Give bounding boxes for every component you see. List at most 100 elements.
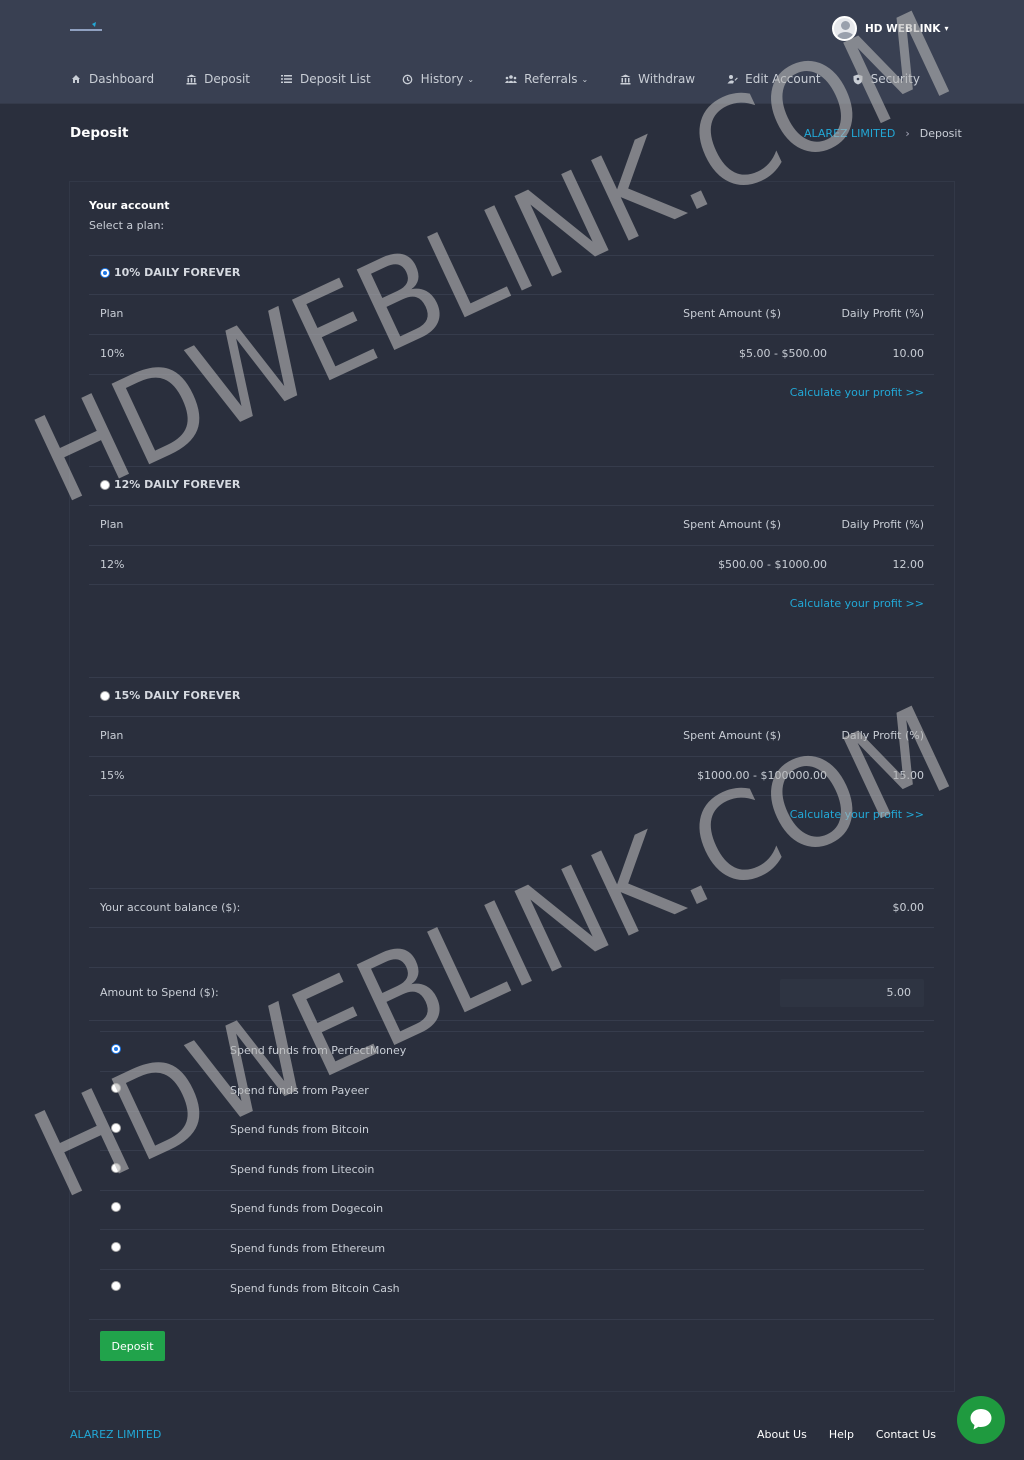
payment-radio-litecoin[interactable]	[111, 1163, 121, 1173]
divider	[100, 1111, 924, 1112]
divider	[89, 374, 934, 375]
chevron-down-icon: ⌄	[467, 74, 475, 84]
list-icon	[281, 73, 293, 85]
nav-label: Edit Account	[745, 72, 821, 86]
home-icon	[70, 73, 82, 85]
breadcrumb: ALAREZ LIMITED › Deposit	[804, 127, 962, 140]
plan-radio[interactable]	[100, 267, 110, 278]
divider	[89, 294, 934, 295]
nav-item-security[interactable]: Security	[852, 72, 920, 86]
deposit-card	[69, 181, 955, 1392]
user-menu[interactable]: HD WEBLINK ▾	[832, 16, 948, 41]
payment-label: Spend funds from Ethereum	[230, 1242, 386, 1255]
payment-label: Spend funds from Bitcoin Cash	[230, 1282, 400, 1295]
chat-icon	[968, 1406, 994, 1435]
history-icon	[402, 73, 414, 85]
nav-label: History	[420, 72, 464, 86]
plan-option-15[interactable]: 15% DAILY FOREVER	[100, 689, 240, 702]
amount-range-cell: $1000.00 - $100000.00	[697, 769, 827, 782]
divider	[100, 1031, 924, 1032]
calculate-profit-link[interactable]: Calculate your profit >>	[790, 597, 924, 610]
bank-icon	[185, 73, 197, 85]
nav-label: Deposit List	[299, 72, 371, 86]
payment-radio-payeer[interactable]	[111, 1083, 121, 1093]
bank-icon	[619, 73, 631, 85]
chat-widget-button[interactable]	[957, 1396, 1005, 1444]
nav-label: Security	[870, 72, 920, 86]
divider	[89, 967, 934, 968]
nav-label: Withdraw	[638, 72, 696, 86]
divider	[89, 716, 934, 717]
divider	[89, 505, 934, 506]
avatar	[832, 16, 857, 41]
profit-cell: 12.00	[892, 558, 925, 571]
calculate-profit-link[interactable]: Calculate your profit >>	[790, 386, 924, 399]
deposit-button[interactable]: Deposit	[100, 1331, 165, 1361]
nav-item-referrals[interactable]: Referrals ⌄	[505, 72, 588, 86]
plan-option-10[interactable]: 10% DAILY FOREVER	[100, 266, 240, 279]
divider	[89, 334, 934, 335]
footer-brand-link[interactable]: ALAREZ LIMITED	[70, 1428, 161, 1441]
shield-icon	[852, 73, 864, 85]
divider	[89, 1319, 934, 1320]
divider	[89, 888, 934, 889]
plan-cell: 10%	[100, 347, 125, 360]
payment-radio-bitcoin[interactable]	[111, 1123, 121, 1133]
plan-option-12[interactable]: 12% DAILY FOREVER	[100, 478, 240, 491]
profit-cell: 15.00	[892, 769, 925, 782]
chevron-down-icon: ▾	[944, 24, 949, 33]
col-header-profit: Daily Profit (%)	[841, 518, 924, 531]
col-header-plan: Plan	[100, 307, 124, 320]
plan-name: 10% DAILY FOREVER	[114, 266, 241, 279]
col-header-amount: Spent Amount ($)	[683, 518, 781, 531]
company-logo[interactable]	[70, 22, 104, 36]
nav-label: Deposit	[204, 72, 250, 86]
footer-links: About Us Help Contact Us	[735, 1428, 936, 1441]
footer-link-about[interactable]: About Us	[757, 1428, 807, 1441]
col-header-profit: Daily Profit (%)	[841, 729, 924, 742]
breadcrumb-home-link[interactable]: ALAREZ LIMITED	[804, 127, 895, 140]
divider	[100, 1071, 924, 1072]
main-nav: Dashboard Deposit Deposit List History ⌄…	[70, 72, 951, 86]
payment-radio-dogecoin[interactable]	[111, 1202, 121, 1212]
payment-radio-bitcoin-cash[interactable]	[111, 1281, 121, 1291]
plan-name: 15% DAILY FOREVER	[114, 689, 241, 702]
amount-label: Amount to Spend ($):	[100, 986, 219, 999]
breadcrumb-separator: ›	[905, 127, 910, 140]
divider	[89, 795, 934, 796]
balance-value: $0.00	[892, 901, 925, 914]
balance-label: Your account balance ($):	[100, 901, 241, 914]
footer-link-contact[interactable]: Contact Us	[876, 1428, 936, 1441]
plan-cell: 12%	[100, 558, 125, 571]
payment-label: Spend funds from Payeer	[230, 1084, 369, 1097]
divider	[100, 1229, 924, 1230]
payment-radio-ethereum[interactable]	[111, 1242, 121, 1252]
nav-item-history[interactable]: History ⌄	[402, 72, 474, 86]
divider	[89, 466, 934, 467]
amount-input-value: 5.00	[886, 986, 912, 999]
users-icon	[505, 73, 518, 85]
payment-label: Spend funds from Dogecoin	[230, 1202, 384, 1215]
page-title: Deposit	[70, 125, 129, 141]
payment-label: Spend funds from Litecoin	[230, 1163, 375, 1176]
nav-item-dashboard[interactable]: Dashboard	[70, 72, 154, 86]
divider	[100, 1269, 924, 1270]
footer-link-help[interactable]: Help	[829, 1428, 854, 1441]
nav-item-deposit-list[interactable]: Deposit List	[281, 72, 371, 86]
col-header-amount: Spent Amount ($)	[683, 729, 781, 742]
payment-label: Spend funds from Bitcoin	[230, 1123, 370, 1136]
plan-radio[interactable]	[100, 690, 110, 701]
nav-label: Referrals	[524, 72, 578, 86]
plan-name: 12% DAILY FOREVER	[114, 478, 241, 491]
calculate-profit-link[interactable]: Calculate your profit >>	[790, 808, 924, 821]
plan-radio[interactable]	[100, 479, 110, 490]
nav-item-withdraw[interactable]: Withdraw	[619, 72, 695, 86]
col-header-amount: Spent Amount ($)	[683, 307, 781, 320]
payment-radio-perfectmoney[interactable]	[111, 1044, 121, 1054]
divider	[89, 584, 934, 585]
nav-item-edit-account[interactable]: Edit Account	[726, 72, 821, 86]
col-header-profit: Daily Profit (%)	[841, 307, 924, 320]
divider	[100, 1190, 924, 1191]
chevron-down-icon: ⌄	[581, 74, 589, 84]
nav-item-deposit[interactable]: Deposit	[185, 72, 250, 86]
